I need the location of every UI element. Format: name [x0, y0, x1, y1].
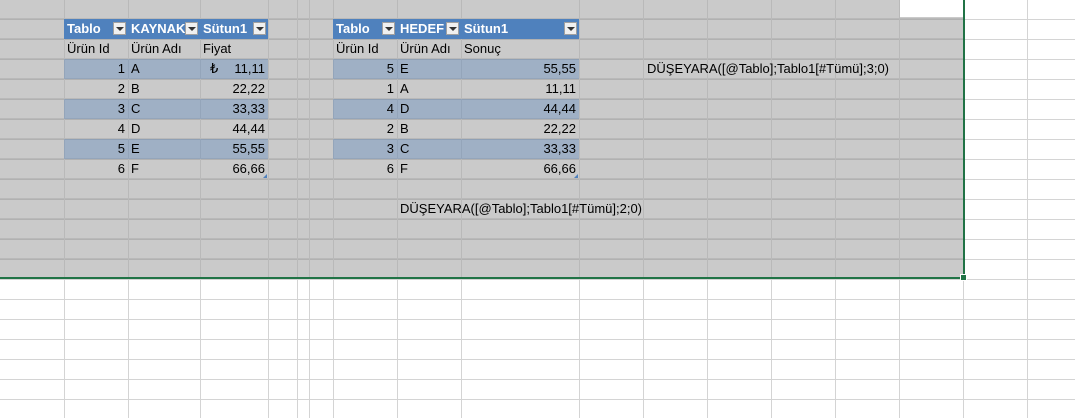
filter-dropdown-icon[interactable] — [382, 22, 395, 35]
left-price-cell[interactable]: 55,55 — [200, 139, 268, 159]
right-header-label: Tablo — [336, 21, 370, 36]
right-header-cell[interactable]: HEDEF — [397, 19, 461, 39]
left-header-label: Sütun1 — [203, 21, 248, 36]
row-gridline — [0, 238, 963, 239]
left-name-cell[interactable]: F — [128, 159, 200, 179]
unselected-cell[interactable] — [900, 0, 963, 17]
left-price-cell[interactable]: 22,22 — [200, 79, 268, 99]
right-result-cell[interactable]: 22,22 — [461, 119, 579, 139]
left-subheader-cell[interactable]: Ürün Id — [64, 39, 128, 59]
formula-note-column3[interactable]: DÜŞEYARA([@Tablo];Tablo1[#Tümü];3;0) — [647, 59, 889, 79]
right-header-cell[interactable]: Tablo — [333, 19, 397, 39]
currency-symbol: ₺ — [210, 61, 219, 76]
right-id-cell[interactable]: 4 — [333, 99, 397, 119]
left-name-cell[interactable]: B — [128, 79, 200, 99]
column-gridline — [1027, 0, 1028, 418]
right-result-cell[interactable]: 55,55 — [461, 59, 579, 79]
left-id-cell[interactable]: 4 — [64, 119, 128, 139]
table-resize-handle-icon[interactable] — [574, 174, 578, 178]
right-name-cell[interactable]: B — [397, 119, 461, 139]
left-subheader-cell[interactable]: Fiyat — [200, 39, 268, 59]
right-id-cell[interactable]: 1 — [333, 79, 397, 99]
right-header-cell[interactable]: Sütun1 — [461, 19, 579, 39]
left-price-cell[interactable]: 44,44 — [200, 119, 268, 139]
left-name-cell[interactable]: C — [128, 99, 200, 119]
right-name-cell[interactable]: E — [397, 59, 461, 79]
price-value: 11,11 — [234, 61, 265, 76]
left-price-cell[interactable]: ₺ 11,11 — [200, 59, 268, 79]
filter-dropdown-icon[interactable] — [446, 22, 459, 35]
right-id-cell[interactable]: 6 — [333, 159, 397, 179]
right-header-label: HEDEF — [400, 21, 445, 36]
left-header-cell[interactable]: KAYNAK — [128, 19, 200, 39]
right-name-cell[interactable]: A — [397, 79, 461, 99]
right-id-cell[interactable]: 2 — [333, 119, 397, 139]
left-name-cell[interactable]: E — [128, 139, 200, 159]
right-result-cell[interactable]: 44,44 — [461, 99, 579, 119]
left-price-cell[interactable]: 33,33 — [200, 99, 268, 119]
fill-handle[interactable] — [960, 274, 967, 281]
formula-note-column2[interactable]: DÜŞEYARA([@Tablo];Tablo1[#Tümü];2;0) — [400, 199, 642, 219]
filter-dropdown-icon[interactable] — [185, 22, 198, 35]
left-header-cell[interactable]: Sütun1 — [200, 19, 268, 39]
left-id-cell[interactable]: 3 — [64, 99, 128, 119]
right-header-label: Sütun1 — [464, 21, 509, 36]
filter-dropdown-icon[interactable] — [113, 22, 126, 35]
left-header-label: KAYNAK — [131, 21, 186, 36]
right-name-cell[interactable]: C — [397, 139, 461, 159]
left-id-cell[interactable]: 6 — [64, 159, 128, 179]
left-price-cell[interactable]: 66,66 — [200, 159, 268, 179]
left-subheader-cell[interactable]: Ürün Adı — [128, 39, 200, 59]
right-name-cell[interactable]: D — [397, 99, 461, 119]
right-subheader-cell[interactable]: Sonuç — [461, 39, 579, 59]
right-name-cell[interactable]: F — [397, 159, 461, 179]
right-id-cell[interactable]: 3 — [333, 139, 397, 159]
left-id-cell[interactable]: 2 — [64, 79, 128, 99]
filter-dropdown-icon[interactable] — [564, 22, 577, 35]
right-result-cell[interactable]: 33,33 — [461, 139, 579, 159]
filter-dropdown-icon[interactable] — [253, 22, 266, 35]
row-gridline — [0, 258, 963, 259]
right-id-cell[interactable]: 5 — [333, 59, 397, 79]
table-resize-handle-icon[interactable] — [263, 174, 267, 178]
right-subheader-cell[interactable]: Ürün Id — [333, 39, 397, 59]
right-subheader-cell[interactable]: Ürün Adı — [397, 39, 461, 59]
left-name-cell[interactable]: A — [128, 59, 200, 79]
left-id-cell[interactable]: 5 — [64, 139, 128, 159]
right-result-cell[interactable]: 66,66 — [461, 159, 579, 179]
left-header-cell[interactable]: Tablo — [64, 19, 128, 39]
left-id-cell[interactable]: 1 — [64, 59, 128, 79]
left-name-cell[interactable]: D — [128, 119, 200, 139]
left-header-label: Tablo — [67, 21, 101, 36]
right-result-cell[interactable]: 11,11 — [461, 79, 579, 99]
